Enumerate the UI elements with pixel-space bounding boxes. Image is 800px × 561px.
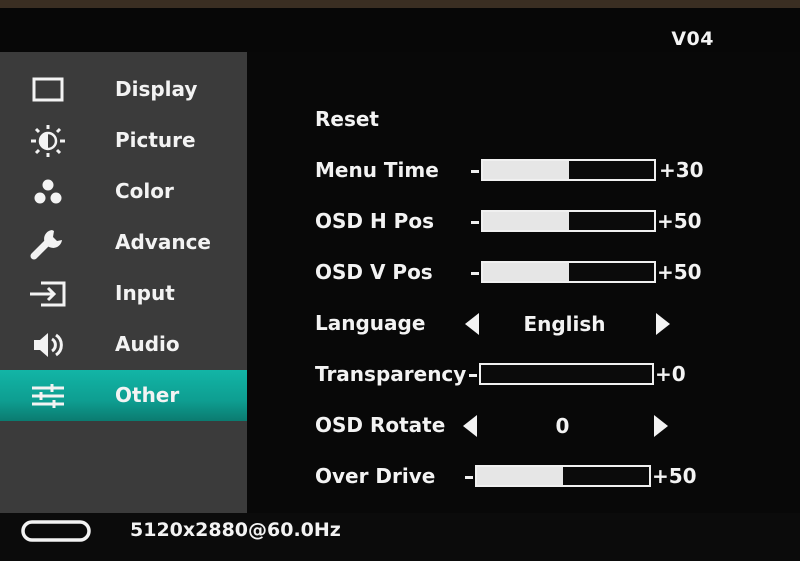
sidebar-item-label: Audio [115,332,180,356]
transparency-slider[interactable] [479,363,654,385]
resolution-readout: 5120x2880@60.0Hz [130,519,341,541]
wrench-icon [22,227,74,260]
minus-icon [471,170,479,173]
display-icon [22,74,74,106]
osd-rotate-label: OSD Rotate [315,413,446,437]
connector-icon [20,517,92,551]
slider-fill [483,212,569,230]
osd-rotate-value: 0 [555,414,570,438]
settings-panel: Reset Menu Time +30 OSD H Pos +50 OSD V … [247,52,800,513]
osd-menu: V04 Display Picture Color Advance Input … [0,8,800,561]
osd-h-pos-slider[interactable] [481,210,656,232]
arrow-left-icon[interactable] [463,415,477,437]
sidebar-item-label: Input [115,281,175,305]
osd-header: V04 [0,8,800,52]
over-drive-value: +50 [652,464,697,488]
osd-v-pos-value: +50 [657,260,702,284]
sidebar: Display Picture Color Advance Input Audi… [0,52,247,513]
transparency-value: +0 [655,362,686,386]
sidebar-item-label: Color [115,179,174,203]
over-drive-label: Over Drive [315,464,436,488]
minus-icon [471,221,479,224]
sidebar-item-label: Picture [115,128,196,152]
sidebar-item-picture[interactable]: Picture [0,115,247,166]
sidebar-item-label: Display [115,77,198,101]
transparency-label: Transparency [315,362,467,386]
sidebar-item-label: Advance [115,230,211,254]
sidebar-item-input[interactable]: Input [0,268,247,319]
sidebar-item-display[interactable]: Display [0,64,247,115]
version-label: V04 [671,28,714,50]
monitor-bezel [0,0,800,8]
color-dots-icon [22,176,74,208]
speaker-icon [22,329,74,361]
sidebar-item-label: Other [115,383,180,407]
osd-v-pos-slider[interactable] [481,261,656,283]
slider-fill [483,161,569,179]
minus-icon [469,374,477,377]
osd-v-pos-label: OSD V Pos [315,260,433,284]
osd-h-pos-value: +50 [657,209,702,233]
reset-option[interactable]: Reset [315,107,379,131]
arrow-right-icon[interactable] [656,313,670,335]
minus-icon [471,272,479,275]
language-label: Language [315,311,426,335]
sidebar-item-audio[interactable]: Audio [0,319,247,370]
menu-time-slider[interactable] [481,159,656,181]
input-icon [22,278,74,310]
language-value: English [523,312,606,336]
arrow-right-icon[interactable] [654,415,668,437]
slider-fill [483,263,569,281]
sidebar-item-advance[interactable]: Advance [0,217,247,268]
sidebar-item-color[interactable]: Color [0,166,247,217]
minus-icon [465,476,473,479]
menu-time-value: +30 [659,158,704,182]
brightness-icon [22,125,74,157]
sidebar-item-other[interactable]: Other [0,370,247,421]
over-drive-slider[interactable] [475,465,651,487]
status-bar: 5120x2880@60.0Hz [0,513,800,561]
menu-time-label: Menu Time [315,158,439,182]
osd-h-pos-label: OSD H Pos [315,209,434,233]
arrow-left-icon[interactable] [465,313,479,335]
slider-fill [477,467,563,485]
sliders-icon [22,380,74,412]
